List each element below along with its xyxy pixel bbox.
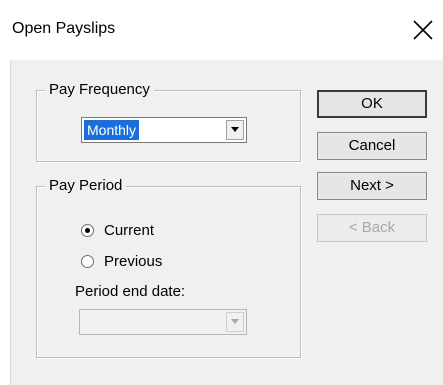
close-button[interactable] <box>405 12 441 48</box>
period-end-date-dropdown[interactable] <box>79 309 247 335</box>
open-payslips-dialog: Open Payslips Pay Frequency Monthly Pay … <box>0 0 443 385</box>
dialog-body: Pay Frequency Monthly Pay Period Current… <box>10 60 443 385</box>
close-icon <box>413 20 433 40</box>
pay-period-group: Pay Period Current Previous Period end d… <box>36 177 301 358</box>
cancel-button[interactable]: Cancel <box>317 132 427 160</box>
ok-button[interactable]: OK <box>317 90 427 118</box>
next-button[interactable]: Next > <box>317 172 427 200</box>
period-end-date-label: Period end date: <box>75 283 186 300</box>
back-button[interactable]: < Back <box>317 214 427 242</box>
pay-frequency-legend: Pay Frequency <box>45 81 154 98</box>
radio-checked-icon <box>81 223 94 237</box>
previous-radio-label: Previous <box>104 253 163 270</box>
window-title: Open Payslips <box>12 20 116 37</box>
pay-frequency-group: Pay Frequency Monthly <box>36 81 301 162</box>
pay-frequency-selected: Monthly <box>84 120 140 140</box>
chevron-down-icon[interactable] <box>226 120 244 140</box>
pay-frequency-dropdown[interactable]: Monthly <box>81 117 247 143</box>
previous-radio[interactable]: Previous <box>81 252 162 272</box>
radio-unchecked-icon <box>81 254 94 268</box>
chevron-down-icon[interactable] <box>226 312 244 332</box>
current-radio-label: Current <box>104 222 155 239</box>
pay-period-legend: Pay Period <box>45 177 127 194</box>
title-bar: Open Payslips <box>0 0 443 60</box>
current-radio[interactable]: Current <box>81 221 154 241</box>
